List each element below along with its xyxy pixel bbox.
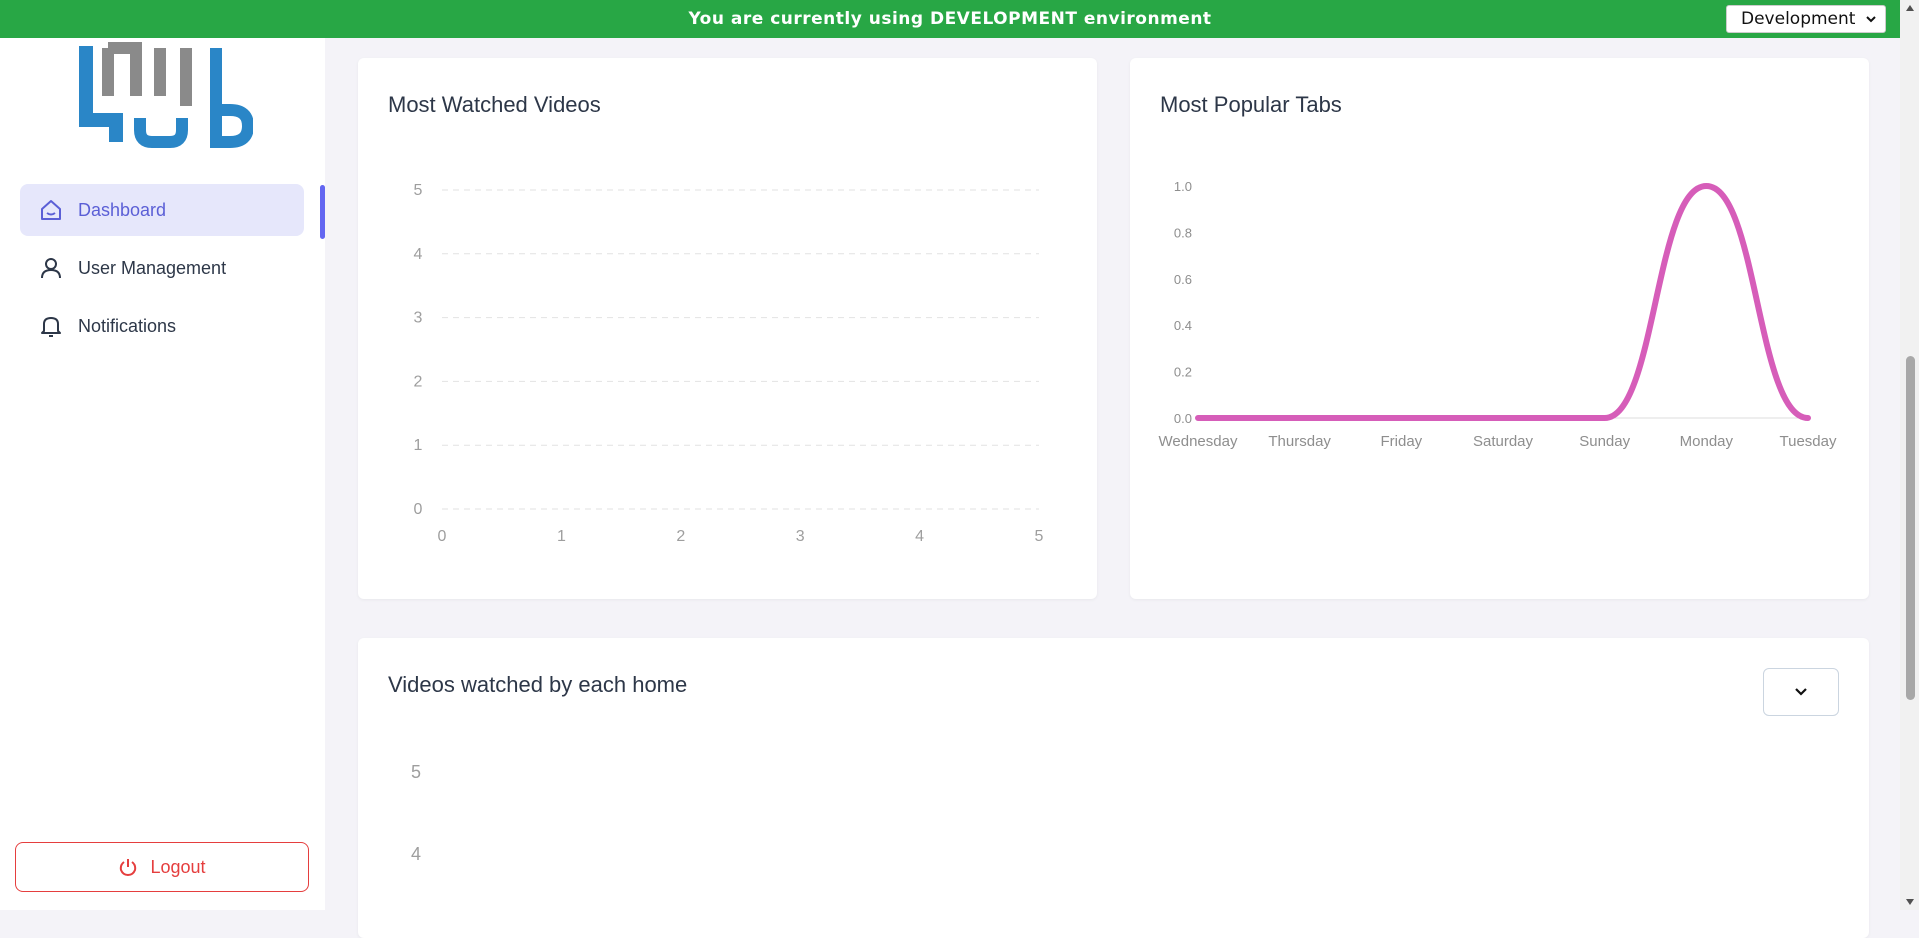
x-tick-label: Tuesday xyxy=(1780,433,1837,450)
x-tick-label: Monday xyxy=(1680,433,1734,450)
card-most-popular-tabs: Most Popular Tabs 0.0 0.2 0.4 0.6 0.8 1.0 Wedn… xyxy=(1130,58,1869,599)
x-tick-label: 0 xyxy=(438,528,447,545)
environment-select-value: Development xyxy=(1741,9,1856,29)
y-tick-label: 3 xyxy=(414,310,423,327)
sidebar-item-user-management[interactable]: User Management xyxy=(20,242,304,294)
y-tick-label: 5 xyxy=(411,762,421,782)
most-watched-chart: 0 1 2 3 4 5 0 1 2 3 4 5 xyxy=(414,182,1044,545)
y-tick-label: 0.6 xyxy=(1174,272,1192,287)
x-tick-label: Sunday xyxy=(1579,433,1630,450)
y-tick-label: 0.2 xyxy=(1174,365,1192,380)
x-tick-label: Thursday xyxy=(1268,433,1331,450)
x-tick-label: 3 xyxy=(796,528,805,545)
environment-banner-text: You are currently using DEVELOPMENT envi… xyxy=(688,9,1212,29)
x-tick-label: 2 xyxy=(676,528,685,545)
most-popular-tabs-chart: 0.0 0.2 0.4 0.6 0.8 1.0 Wednesday Thursday Frida… xyxy=(1159,179,1837,450)
videos-by-home-chart: 45 xyxy=(411,762,421,864)
environment-select[interactable]: Development xyxy=(1726,5,1886,33)
y-tick-label: 4 xyxy=(414,246,423,263)
app-logo xyxy=(78,38,255,153)
x-tick-label: 4 xyxy=(915,528,924,545)
x-tick-label: Wednesday xyxy=(1159,433,1238,450)
power-icon xyxy=(118,857,138,877)
sidebar-item-label: User Management xyxy=(78,257,227,278)
y-tick-label: 4 xyxy=(411,844,421,864)
x-tick-label: Friday xyxy=(1380,433,1422,450)
home-icon xyxy=(38,197,64,223)
x-tick-label: Saturday xyxy=(1473,433,1534,450)
x-tick-label: 5 xyxy=(1035,528,1044,545)
scroll-up-icon[interactable] xyxy=(1905,3,1915,13)
sidebar-item-dashboard[interactable]: Dashboard xyxy=(20,184,304,236)
y-tick-label: 5 xyxy=(414,182,423,199)
y-tick-label: 0.4 xyxy=(1174,318,1192,333)
y-tick-label: 0.0 xyxy=(1174,411,1192,426)
y-tick-label: 1.0 xyxy=(1174,179,1192,194)
scroll-down-icon[interactable] xyxy=(1905,897,1915,907)
card-most-watched-videos: Most Watched Videos 012345012345 xyxy=(358,58,1097,599)
logout-button[interactable]: Logout xyxy=(15,842,309,892)
sidebar-nav: Dashboard User Management Notifications xyxy=(20,184,304,358)
sidebar-item-label: Dashboard xyxy=(78,199,167,220)
logout-label: Logout xyxy=(150,856,206,877)
sidebar: Dashboard User Management Notifications … xyxy=(0,38,325,910)
x-tick-label: 1 xyxy=(557,528,566,545)
sidebar-item-notifications[interactable]: Notifications xyxy=(20,300,304,352)
bell-icon xyxy=(38,313,64,339)
sidebar-item-label: Notifications xyxy=(78,315,177,336)
y-tick-label: 1 xyxy=(414,437,423,454)
card-videos-by-home: Videos watched by each home 45 xyxy=(358,638,1869,938)
series-line xyxy=(1195,182,1811,421)
user-icon xyxy=(38,255,64,281)
environment-banner: You are currently using DEVELOPMENT envi… xyxy=(0,0,1900,38)
active-nav-indicator xyxy=(320,185,325,239)
y-tick-label: 0.8 xyxy=(1174,225,1192,240)
chevron-down-icon xyxy=(1865,13,1877,25)
y-tick-label: 2 xyxy=(414,373,423,390)
y-tick-label: 0 xyxy=(414,501,423,518)
scrollbar-thumb[interactable] xyxy=(1906,356,1915,700)
